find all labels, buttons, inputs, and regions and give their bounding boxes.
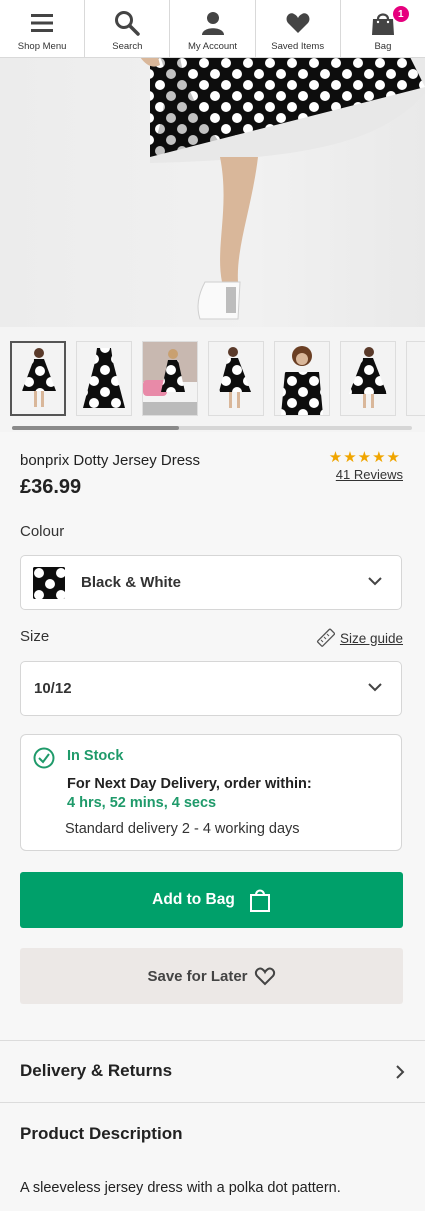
search-icon bbox=[115, 11, 141, 36]
top-nav: Shop Menu Search My Account Saved Items … bbox=[0, 0, 425, 58]
nav-saved-items[interactable]: Saved Items bbox=[256, 0, 341, 57]
product-main-image[interactable] bbox=[0, 57, 425, 327]
thumbnail[interactable] bbox=[406, 341, 425, 416]
save-for-later-label: Save for Later bbox=[147, 967, 248, 985]
thumbnail-scrollbar-thumb[interactable] bbox=[12, 426, 179, 430]
save-for-later-button[interactable]: Save for Later bbox=[20, 948, 403, 1004]
nav-my-account[interactable]: My Account bbox=[170, 0, 256, 57]
delivery-countdown: 4 hrs, 52 mins, 4 secs bbox=[67, 795, 217, 811]
bag-count-badge: 1 bbox=[392, 6, 409, 22]
colour-select[interactable]: Black & White bbox=[20, 555, 402, 610]
colour-selected-value: Black & White bbox=[81, 574, 182, 591]
nav-label: Shop Menu bbox=[17, 41, 67, 52]
size-label: Size bbox=[20, 628, 50, 645]
thumbnail[interactable] bbox=[10, 341, 66, 416]
heart-icon bbox=[286, 13, 310, 33]
product-price: £36.99 bbox=[20, 476, 82, 498]
stock-info-box: In Stock For Next Day Delivery, order wi… bbox=[20, 734, 402, 851]
nav-label: Saved Items bbox=[271, 41, 325, 52]
nav-bag[interactable]: 1 Bag bbox=[341, 0, 425, 57]
chevron-down-icon bbox=[368, 577, 382, 586]
bag-outline-icon bbox=[249, 889, 270, 912]
divider bbox=[0, 1040, 425, 1041]
thumbnail[interactable] bbox=[208, 341, 264, 416]
product-description-heading: Product Description bbox=[20, 1124, 183, 1143]
standard-delivery-text: Standard delivery 2 - 4 working days bbox=[65, 821, 300, 837]
thumbnail[interactable] bbox=[142, 341, 198, 416]
colour-label: Colour bbox=[20, 523, 65, 540]
nav-label: My Account bbox=[187, 41, 238, 52]
size-guide-link[interactable]: Size guide bbox=[315, 628, 403, 648]
next-day-delivery-text: For Next Day Delivery, order within: bbox=[67, 776, 312, 792]
nav-search[interactable]: Search bbox=[85, 0, 171, 57]
ruler-icon bbox=[316, 628, 335, 647]
product-photo bbox=[140, 57, 425, 320]
thumbnail[interactable] bbox=[76, 341, 132, 416]
size-select[interactable]: 10/12 bbox=[20, 661, 402, 716]
delivery-returns-heading[interactable]: Delivery & Returns bbox=[20, 1061, 172, 1081]
product-title: bonprix Dotty Jersey Dress bbox=[20, 452, 201, 469]
divider bbox=[0, 1102, 425, 1103]
nav-shop-menu[interactable]: Shop Menu bbox=[0, 0, 86, 57]
user-icon bbox=[201, 12, 224, 35]
nav-label: Search bbox=[112, 41, 143, 52]
product-description-text: A sleeveless jersey dress with a polka d… bbox=[20, 1180, 341, 1196]
thumbnail-strip bbox=[0, 327, 425, 432]
check-circle-icon bbox=[33, 747, 55, 769]
chevron-down-icon bbox=[368, 683, 382, 692]
stock-status: In Stock bbox=[67, 748, 124, 764]
reviews-link[interactable]: 41 Reviews bbox=[336, 467, 403, 482]
add-to-bag-label: Add to Bag bbox=[152, 891, 235, 908]
thumbnail[interactable] bbox=[274, 341, 330, 416]
add-to-bag-button[interactable]: Add to Bag bbox=[20, 872, 403, 928]
chevron-right-icon[interactable] bbox=[393, 1064, 407, 1080]
thumbnail[interactable] bbox=[340, 341, 396, 416]
heart-outline-icon bbox=[254, 967, 275, 986]
size-guide-label: Size guide bbox=[339, 630, 403, 646]
colour-swatch bbox=[33, 566, 65, 599]
rating-stars: ★★★★★ bbox=[328, 449, 401, 466]
size-selected-value: 10/12 bbox=[34, 680, 72, 697]
nav-label: Bag bbox=[374, 41, 392, 52]
hamburger-menu-icon bbox=[31, 14, 54, 32]
